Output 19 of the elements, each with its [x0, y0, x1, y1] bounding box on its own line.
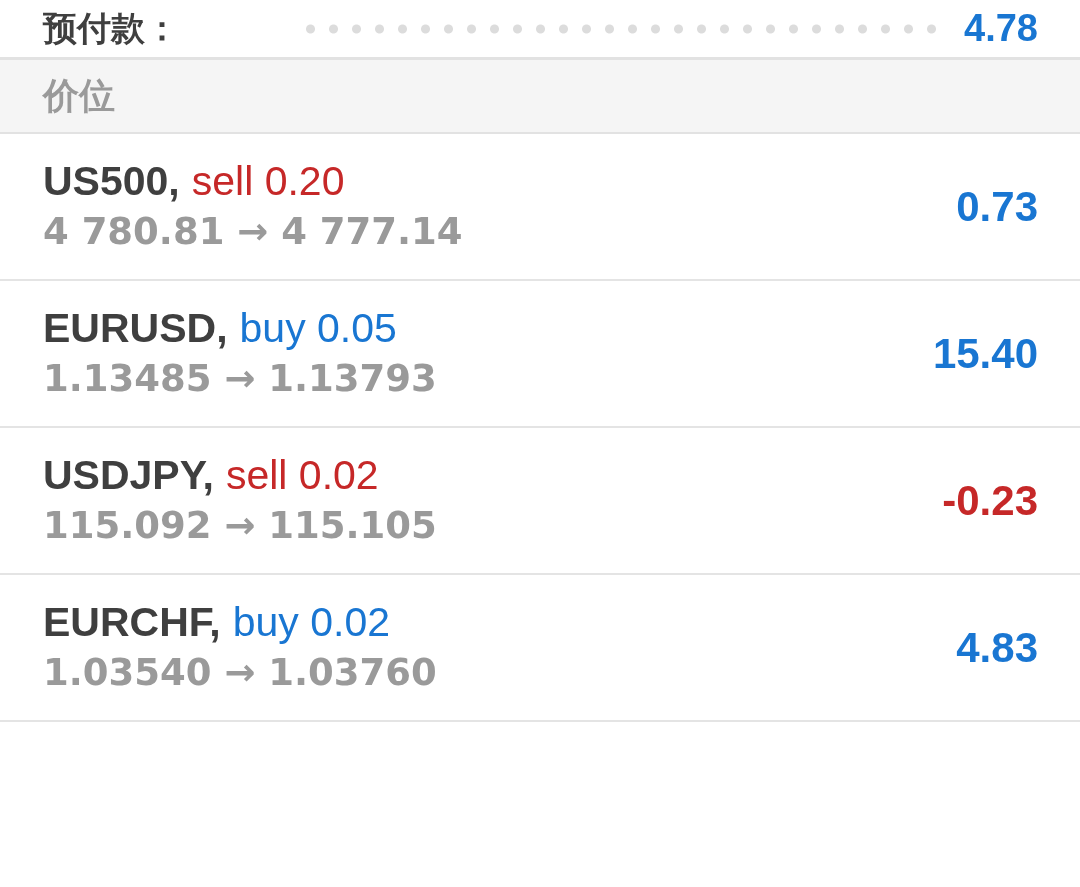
profit-value: 15.40 [932, 329, 1038, 378]
symbol-label: US500, [43, 156, 180, 206]
order-label: sell 0.20 [191, 156, 345, 206]
symbol-label: EURCHF, [43, 597, 221, 647]
account-label: 预付款： [43, 7, 179, 49]
profit-value: -0.23 [942, 476, 1038, 525]
profit-value: 4.83 [956, 623, 1038, 672]
profit-value: 0.73 [956, 182, 1038, 231]
order-label: sell 0.02 [225, 450, 379, 500]
order-label: buy 0.05 [239, 303, 397, 353]
price-change-label: 115.092 → 115.105 [43, 503, 437, 550]
account-value: 4.78 [964, 7, 1038, 50]
price-change-label: 1.03540 → 1.03760 [43, 650, 437, 697]
order-label: buy 0.02 [232, 597, 390, 647]
symbol-label: EURUSD, [43, 303, 228, 353]
section-title: 价位 [43, 73, 115, 118]
price-change-label: 1.13485 → 1.13793 [43, 356, 437, 403]
price-change-label: 4 780.81 → 4 777.14 [43, 209, 463, 256]
symbol-label: USDJPY, [43, 450, 214, 500]
